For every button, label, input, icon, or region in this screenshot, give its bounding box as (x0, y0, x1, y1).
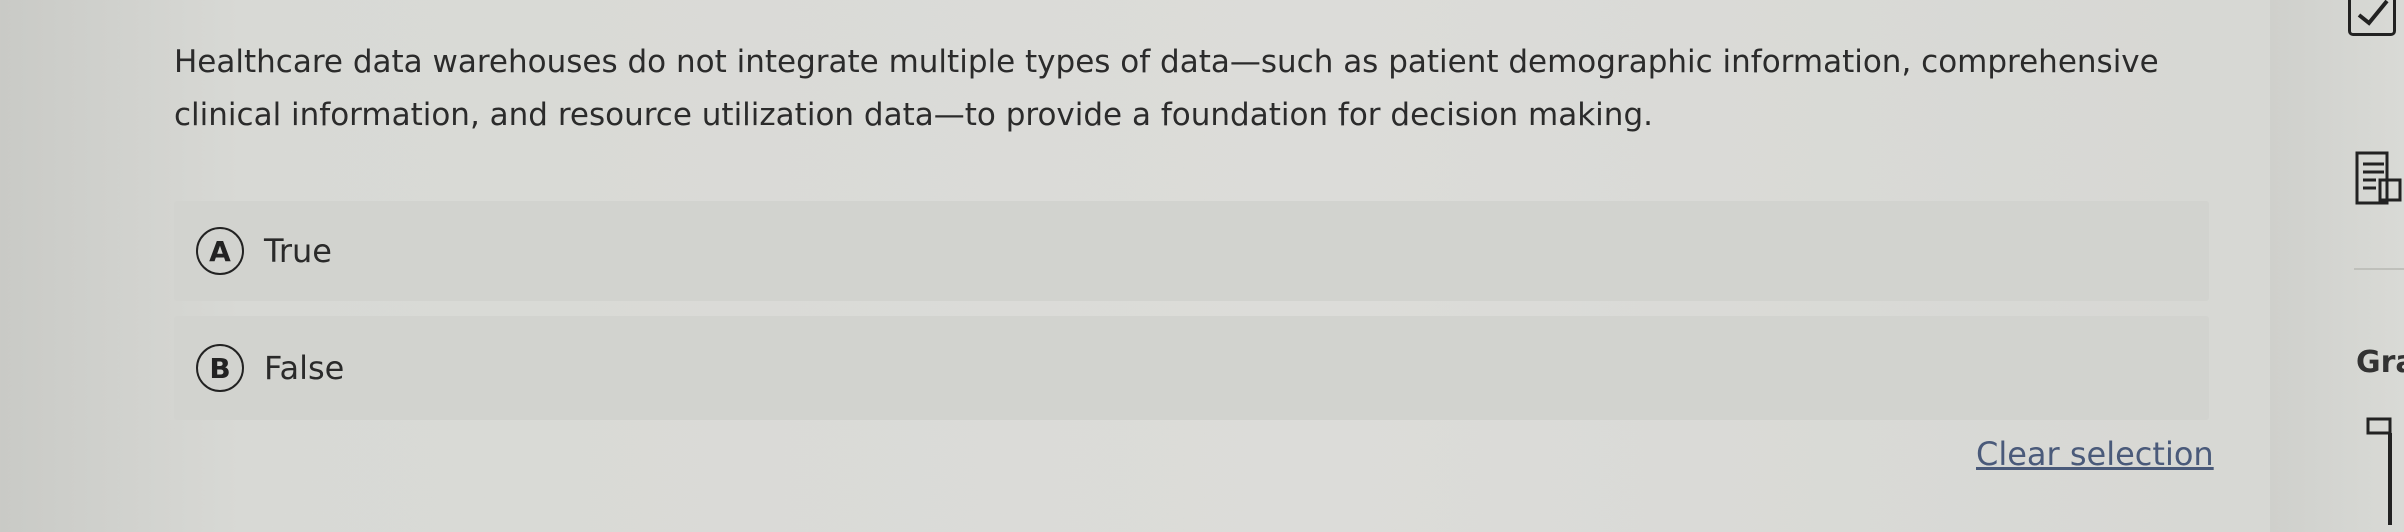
sidebar-divider (2354, 268, 2404, 270)
option-a[interactable]: A True (174, 201, 2209, 301)
checkbox-icon[interactable] (2348, 0, 2396, 36)
sidebar-label: Gra (2356, 345, 2404, 380)
option-letter-a[interactable]: A (196, 227, 244, 275)
pen-icon[interactable] (2360, 415, 2404, 529)
option-label-a: True (264, 232, 332, 270)
clear-selection-link[interactable]: Clear selection (1976, 435, 2214, 473)
question-panel: Healthcare data warehouses do not integr… (0, 0, 2270, 532)
option-b[interactable]: B False (174, 316, 2209, 420)
question-text: Healthcare data warehouses do not integr… (174, 44, 2159, 133)
document-icon[interactable] (2354, 150, 2404, 212)
option-letter-b[interactable]: B (196, 344, 244, 392)
option-label-b: False (264, 349, 345, 387)
